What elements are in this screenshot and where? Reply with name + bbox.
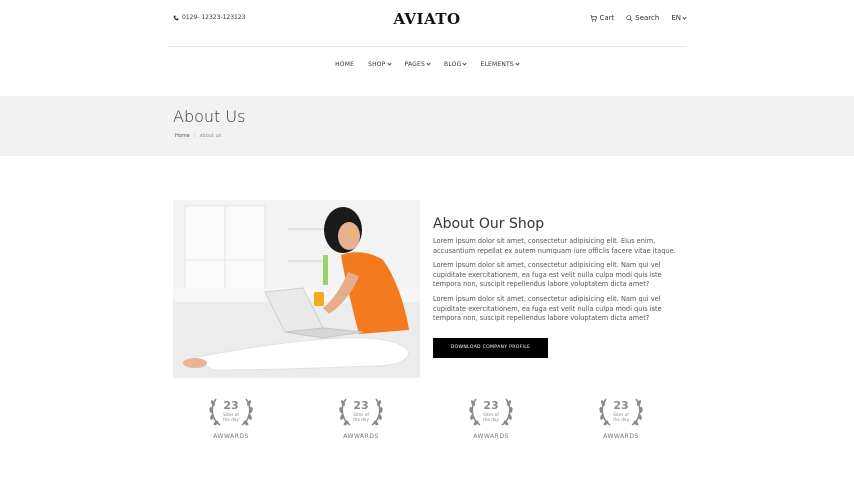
award-badge: 23 Sites of the day AWWARDS: [201, 393, 261, 440]
award-label: AWWARDS: [603, 433, 639, 440]
nav-item-blog[interactable]: BLOG: [444, 61, 468, 68]
award-text-line2: the day: [483, 417, 499, 422]
nav-item-home[interactable]: HOME: [335, 61, 354, 68]
download-profile-button[interactable]: DOWNLOAD COMPANY PROFILE: [433, 337, 548, 358]
award-badge: 23 Sites of the day AWWARDS: [461, 393, 521, 440]
award-label: AWWARDS: [213, 433, 249, 440]
cart-label: Cart: [599, 14, 615, 22]
search-label: Search: [635, 14, 660, 22]
nav-label: ELEMENTS: [480, 61, 514, 68]
laurel-wreath-icon: 23 Sites of the day: [339, 398, 383, 426]
breadcrumb-separator: /: [193, 133, 196, 139]
award-text-line2: the day: [613, 417, 629, 422]
page-title: About Us: [173, 107, 246, 126]
chevron-down-icon: [462, 61, 468, 66]
header-divider: [168, 46, 687, 47]
chevron-down-icon: [682, 14, 687, 20]
nav-item-elements[interactable]: ELEMENTS: [480, 61, 520, 68]
top-bar: 0129- 12323-123123 AVIATO Cart Search EN: [0, 0, 854, 46]
site-logo[interactable]: AVIATO: [0, 10, 854, 28]
award-badge: 23 Sites of the day AWWARDS: [591, 393, 651, 440]
breadcrumb-home[interactable]: Home: [175, 133, 190, 139]
nav-item-pages[interactable]: PAGES: [404, 61, 431, 68]
about-paragraph: Lorem ipsum dolor sit amet, consectetur …: [433, 294, 662, 323]
cart-icon: [590, 14, 598, 22]
about-section: About Our Shop Lorem ipsum dolor sit ame…: [433, 216, 683, 358]
laurel-wreath-icon: 23 Sites of the day: [469, 398, 513, 426]
award-number: 23: [223, 399, 238, 412]
about-paragraph: Lorem ipsum dolor sit amet, consectetur …: [433, 261, 662, 289]
nav-label: PAGES: [404, 61, 426, 68]
about-paragraph: Lorem ipsum dolor sit amet, consectetur …: [433, 237, 676, 255]
award-label: AWWARDS: [473, 433, 509, 440]
nav-item-shop[interactable]: SHOP: [368, 61, 392, 68]
nav-label: BLOG: [444, 61, 462, 68]
cart-link[interactable]: Cart: [590, 14, 614, 22]
chevron-down-icon: [426, 61, 431, 66]
award-number: 23: [353, 399, 368, 412]
about-heading: About Our Shop: [433, 216, 545, 232]
laurel-wreath-icon: 23 Sites of the day: [209, 398, 253, 426]
award-number: 23: [613, 399, 628, 412]
chevron-down-icon: [515, 61, 520, 66]
language-selector[interactable]: EN: [671, 14, 687, 22]
award-number: 23: [483, 399, 498, 412]
breadcrumb-current: about us: [199, 133, 222, 139]
award-label: AWWARDS: [343, 433, 379, 440]
woman-with-laptop-illustration: [173, 200, 420, 378]
main-nav: HOME SHOP PAGES BLOG ELEMENTS: [0, 61, 854, 68]
award-text-line2: the day: [223, 417, 239, 422]
laurel-wreath-icon: 23 Sites of the day: [599, 398, 643, 426]
page-header: About Us Home / about us: [0, 96, 854, 156]
award-text-line2: the day: [353, 417, 369, 422]
award-badge: 23 Sites of the day AWWARDS: [331, 393, 391, 440]
breadcrumb: Home / about us: [175, 133, 221, 139]
nav-label: HOME: [335, 61, 355, 68]
about-photo: [173, 200, 420, 378]
search-icon: [626, 14, 633, 22]
awards-row: 23 Sites of the day AWWARDS 23 Sites of: [0, 393, 854, 453]
chevron-down-icon: [386, 61, 392, 66]
language-label: EN: [671, 14, 681, 22]
search-link[interactable]: Search: [626, 14, 659, 22]
nav-label: SHOP: [368, 61, 386, 68]
